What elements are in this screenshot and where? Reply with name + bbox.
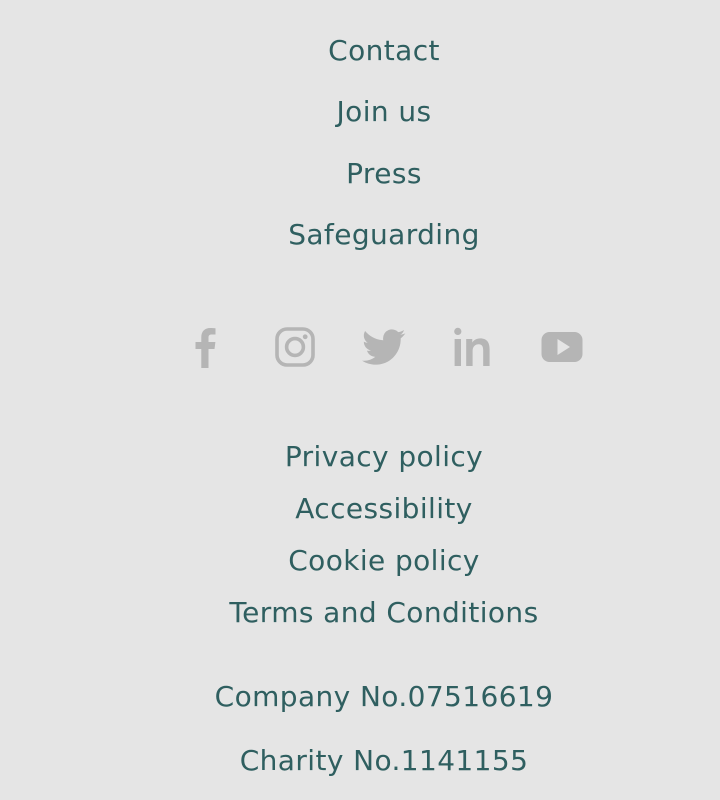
social-links — [0, 325, 720, 369]
join-us-link[interactable]: Join us — [0, 95, 720, 129]
instagram-link[interactable] — [273, 325, 317, 369]
linkedin-link[interactable] — [451, 325, 495, 369]
site-footer: Contact Join us Press Safeguarding Priva… — [0, 0, 720, 800]
privacy-policy-link[interactable]: Privacy policy — [0, 440, 720, 474]
company-number: Company No.07516619 — [214, 680, 554, 713]
accessibility-link[interactable]: Accessibility — [0, 492, 720, 526]
youtube-link[interactable] — [540, 325, 584, 369]
charity-number: Charity No.1141155 — [239, 744, 529, 777]
cookie-policy-link[interactable]: Cookie policy — [0, 544, 720, 578]
twitter-link[interactable] — [362, 325, 406, 369]
facebook-icon — [195, 328, 216, 368]
instagram-icon — [275, 327, 315, 367]
press-link[interactable]: Press — [0, 157, 720, 191]
youtube-icon — [541, 332, 583, 362]
twitter-icon — [362, 329, 406, 365]
safeguarding-link[interactable]: Safeguarding — [0, 218, 720, 252]
terms-and-conditions-link[interactable]: Terms and Conditions — [0, 596, 720, 630]
linkedin-icon — [454, 327, 490, 366]
contact-link[interactable]: Contact — [0, 34, 720, 68]
facebook-link[interactable] — [184, 325, 228, 369]
